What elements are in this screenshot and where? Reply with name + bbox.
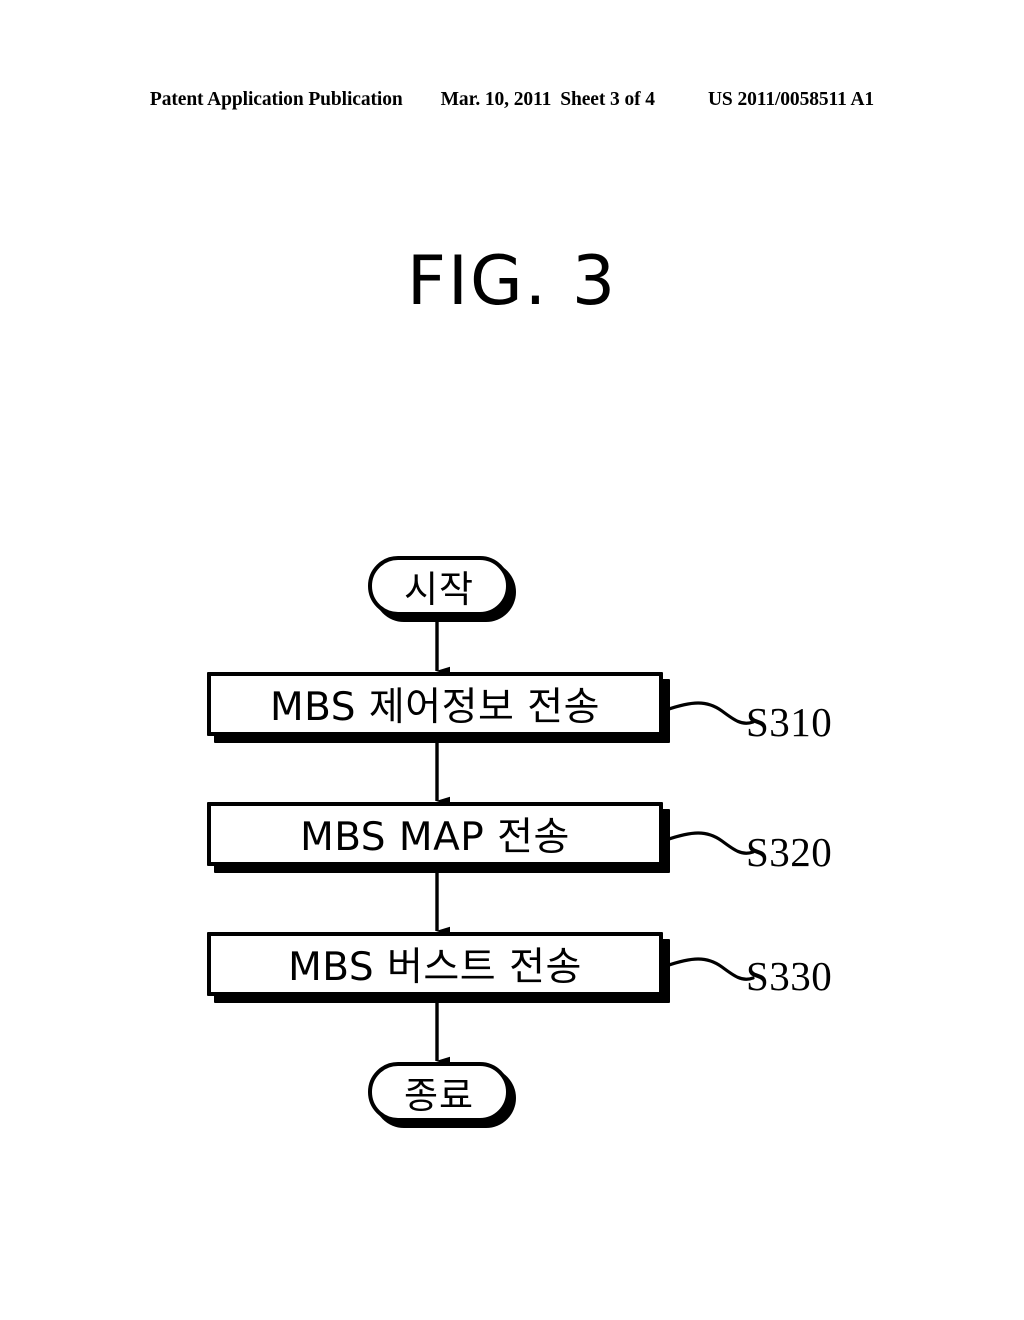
node-s310-label: MBS 제어정보 전송 <box>269 685 601 730</box>
flowchart-node-s330[interactable]: MBS 버스트 전송 <box>207 932 663 996</box>
step-reference-s330: S330 <box>746 953 833 999</box>
step-reference-s310: S310 <box>746 699 833 745</box>
node-s320-label: MBS MAP 전송 <box>300 815 570 860</box>
flowchart-node-s310[interactable]: MBS 제어정보 전송 <box>207 672 663 736</box>
flowchart-node-start[interactable]: 시작 <box>368 556 510 616</box>
flowchart-node-end[interactable]: 종료 <box>368 1062 510 1122</box>
node-end-label: 종료 <box>403 1074 475 1117</box>
leader-line-s310 <box>664 701 755 725</box>
node-start-label: 시작 <box>403 568 475 611</box>
connector-layer <box>435 618 755 1066</box>
leader-line-s330 <box>664 957 755 981</box>
flowchart-node-s320[interactable]: MBS MAP 전송 <box>207 802 663 866</box>
node-s330-label: MBS 버스트 전송 <box>288 945 582 990</box>
flowchart-diagram: 시작 MBS 제어정보 전송 MBS MAP 전송 MBS 버스트 전송 종료 … <box>0 0 1024 1320</box>
leader-line-s320 <box>664 831 755 855</box>
step-reference-s320: S320 <box>746 829 833 875</box>
